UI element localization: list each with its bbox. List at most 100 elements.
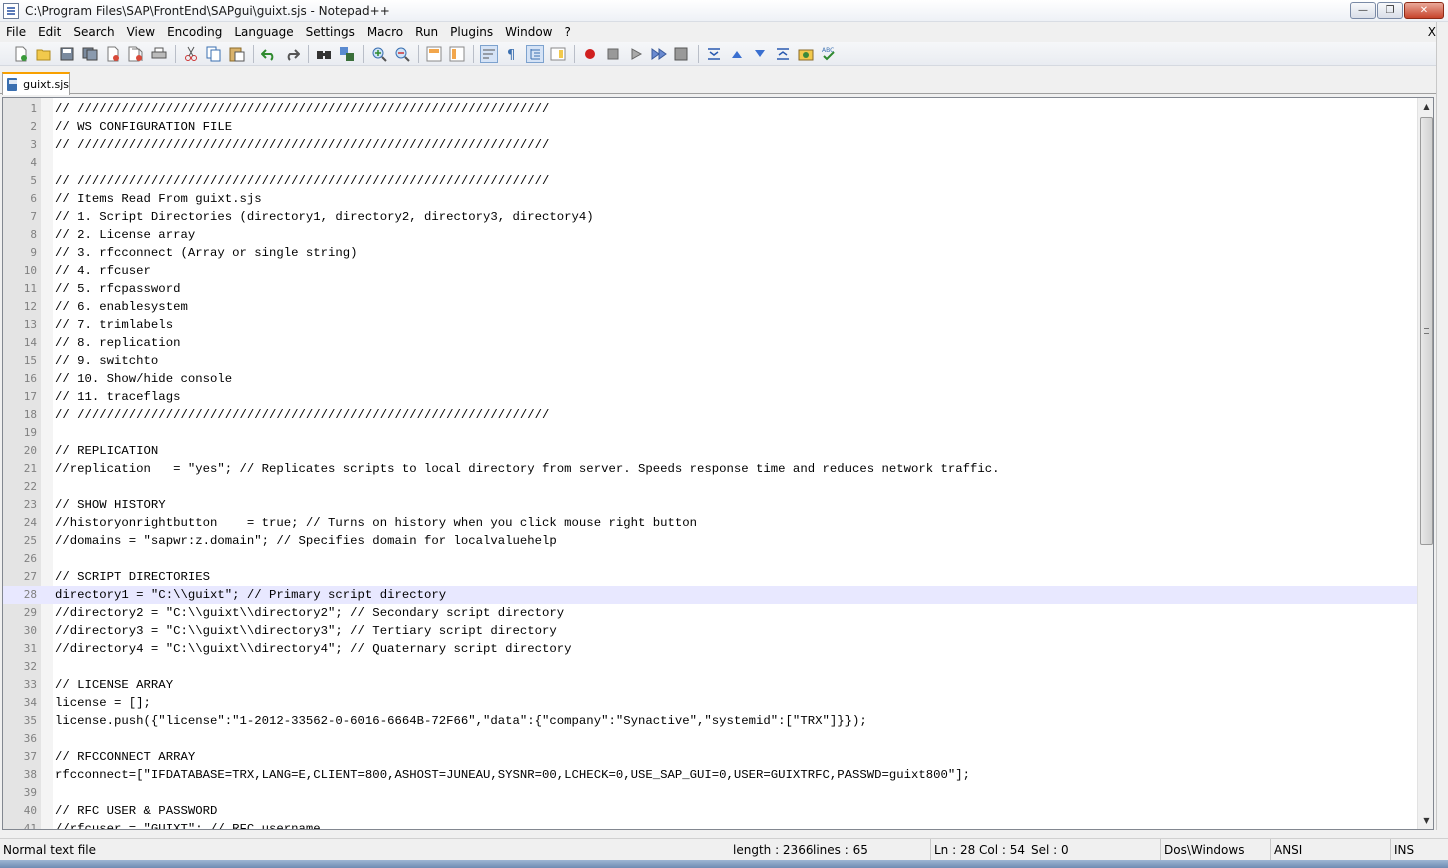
code-line[interactable]: 16 // 10. Show/hide console bbox=[3, 370, 1417, 388]
redo-icon[interactable] bbox=[283, 45, 301, 63]
code-line[interactable]: 26 bbox=[3, 550, 1417, 568]
code-line[interactable]: 6 // Items Read From guixt.sjs bbox=[3, 190, 1417, 208]
cut-icon[interactable] bbox=[182, 45, 200, 63]
code-line[interactable]: 18 // ///////////////////////////////////… bbox=[3, 406, 1417, 424]
code-line[interactable]: 35 license.push({"license":"1-2012-33562-… bbox=[3, 712, 1417, 730]
close-all-icon[interactable] bbox=[127, 45, 145, 63]
menu-file[interactable]: File bbox=[0, 22, 32, 42]
code-line[interactable]: 29 //directory2 = "C:\\guixt\\directory2"… bbox=[3, 604, 1417, 622]
save-icon[interactable] bbox=[58, 45, 76, 63]
run-macro-multiple-icon[interactable] bbox=[650, 45, 668, 63]
code-line[interactable]: 1 // ////////////////////////////////////… bbox=[3, 100, 1417, 118]
scroll-up-icon[interactable]: ▲ bbox=[1418, 98, 1433, 115]
notepadpp-app-icon[interactable] bbox=[3, 2, 19, 19]
code-line[interactable]: 17 // 11. traceflags bbox=[3, 388, 1417, 406]
code-line[interactable]: 41 //rfcuser = "GUIXT"; // RFC username bbox=[3, 820, 1417, 829]
save-macro-icon[interactable] bbox=[673, 45, 691, 63]
menu-window[interactable]: Window bbox=[499, 22, 558, 42]
code-line[interactable]: 12 // 6. enablesystem bbox=[3, 298, 1417, 316]
word-wrap-icon[interactable] bbox=[480, 44, 498, 63]
code-line[interactable]: 14 // 8. replication bbox=[3, 334, 1417, 352]
sync-horizontal-icon[interactable] bbox=[448, 45, 466, 63]
open-file-icon[interactable] bbox=[35, 45, 53, 63]
code-line[interactable]: 37 // RFCCONNECT ARRAY bbox=[3, 748, 1417, 766]
code-line[interactable]: 4 bbox=[3, 154, 1417, 172]
menu-settings[interactable]: Settings bbox=[300, 22, 361, 42]
show-all-chars-icon[interactable]: ¶ bbox=[503, 45, 521, 63]
minimize-button[interactable]: — bbox=[1350, 2, 1376, 19]
replace-icon[interactable] bbox=[338, 45, 356, 63]
menu-run[interactable]: Run bbox=[409, 22, 444, 42]
code-line[interactable]: 8 // 2. License array bbox=[3, 226, 1417, 244]
code-line[interactable]: 2 // WS CONFIGURATION FILE bbox=[3, 118, 1417, 136]
menu-view[interactable]: View bbox=[121, 22, 161, 42]
tab-guixt-sjs[interactable]: guixt.sjs bbox=[2, 72, 70, 95]
code-line[interactable]: 5 // ////////////////////////////////////… bbox=[3, 172, 1417, 190]
stop-record-icon[interactable] bbox=[604, 45, 622, 63]
menu-encoding[interactable]: Encoding bbox=[161, 22, 228, 42]
code-line[interactable]: 11 // 5. rfcpassword bbox=[3, 280, 1417, 298]
paste-icon[interactable] bbox=[228, 45, 246, 63]
unfold-all-icon[interactable] bbox=[774, 45, 792, 63]
code-line[interactable]: 10 // 4. rfcuser bbox=[3, 262, 1417, 280]
menu-bar: File Edit Search View Encoding Language … bbox=[0, 22, 1448, 42]
code-line[interactable]: 23 // SHOW HISTORY bbox=[3, 496, 1417, 514]
menu-macro[interactable]: Macro bbox=[361, 22, 409, 42]
next-bookmark-icon[interactable] bbox=[751, 45, 769, 63]
new-file-icon[interactable] bbox=[12, 45, 30, 63]
spell-check-icon[interactable]: ABC bbox=[820, 45, 838, 63]
zoom-out-icon[interactable] bbox=[393, 45, 411, 63]
code-line[interactable]: 24 //historyonrightbutton = true; // Turn… bbox=[3, 514, 1417, 532]
print-icon[interactable] bbox=[150, 45, 168, 63]
code-line[interactable]: 34 license = []; bbox=[3, 694, 1417, 712]
zoom-in-icon[interactable] bbox=[370, 45, 388, 63]
code-line[interactable]: 28 directory1 = "C:\\guixt"; // Primary s… bbox=[3, 586, 1417, 604]
scroll-down-icon[interactable]: ▼ bbox=[1418, 812, 1433, 829]
code-line[interactable]: 25 //domains = "sapwr:z.domain"; // Speci… bbox=[3, 532, 1417, 550]
code-line[interactable]: 40 // RFC USER & PASSWORD bbox=[3, 802, 1417, 820]
code-line[interactable]: 3 // ////////////////////////////////////… bbox=[3, 136, 1417, 154]
scrollbar-thumb[interactable] bbox=[1420, 117, 1433, 545]
code-line[interactable]: 19 bbox=[3, 424, 1417, 442]
document-tab-bar: guixt.sjs bbox=[0, 66, 1448, 95]
sync-vertical-icon[interactable] bbox=[425, 45, 443, 63]
fold-all-icon[interactable] bbox=[705, 45, 723, 63]
close-document-button[interactable]: X bbox=[1428, 22, 1436, 42]
prev-bookmark-icon[interactable] bbox=[728, 45, 746, 63]
code-line[interactable]: 33 // LICENSE ARRAY bbox=[3, 676, 1417, 694]
menu-plugins[interactable]: Plugins bbox=[444, 22, 499, 42]
code-line[interactable]: 9 // 3. rfcconnect (Array or single strin… bbox=[3, 244, 1417, 262]
code-line[interactable]: 32 bbox=[3, 658, 1417, 676]
code-line[interactable]: 39 bbox=[3, 784, 1417, 802]
code-line[interactable]: 7 // 1. Script Directories (directory1, d… bbox=[3, 208, 1417, 226]
close-window-button[interactable]: ✕ bbox=[1404, 2, 1444, 19]
launch-browser-icon[interactable] bbox=[797, 45, 815, 63]
text-editor[interactable]: 1 // ////////////////////////////////////… bbox=[2, 97, 1434, 830]
doc-map-icon[interactable] bbox=[549, 45, 567, 63]
close-icon[interactable] bbox=[104, 45, 122, 63]
play-macro-icon[interactable] bbox=[627, 45, 645, 63]
code-line[interactable]: 27 // SCRIPT DIRECTORIES bbox=[3, 568, 1417, 586]
line-text: // SCRIPT DIRECTORIES bbox=[55, 570, 210, 584]
menu-edit[interactable]: Edit bbox=[32, 22, 67, 42]
code-line[interactable]: 13 // 7. trimlabels bbox=[3, 316, 1417, 334]
find-icon[interactable] bbox=[315, 45, 333, 63]
menu-help[interactable]: ? bbox=[558, 22, 576, 42]
record-macro-icon[interactable] bbox=[581, 45, 599, 63]
menu-search[interactable]: Search bbox=[67, 22, 120, 42]
copy-icon[interactable] bbox=[205, 45, 223, 63]
code-line[interactable]: 38 rfcconnect=["IFDATABASE=TRX,LANG=E,CLI… bbox=[3, 766, 1417, 784]
code-line[interactable]: 21 //replication = "yes"; // Replicates s… bbox=[3, 460, 1417, 478]
restore-button[interactable]: ❐ bbox=[1377, 2, 1403, 19]
menu-language[interactable]: Language bbox=[228, 22, 299, 42]
code-line[interactable]: 15 // 9. switchto bbox=[3, 352, 1417, 370]
code-line[interactable]: 36 bbox=[3, 730, 1417, 748]
indent-guide-icon[interactable] bbox=[526, 44, 544, 63]
undo-icon[interactable] bbox=[260, 45, 278, 63]
code-line[interactable]: 20 // REPLICATION bbox=[3, 442, 1417, 460]
save-all-icon[interactable] bbox=[81, 45, 99, 63]
code-line[interactable]: 30 //directory3 = "C:\\guixt\\directory3"… bbox=[3, 622, 1417, 640]
code-line[interactable]: 31 //directory4 = "C:\\guixt\\directory4"… bbox=[3, 640, 1417, 658]
vertical-scrollbar[interactable]: ▲ ▼ bbox=[1417, 98, 1433, 829]
code-line[interactable]: 22 bbox=[3, 478, 1417, 496]
